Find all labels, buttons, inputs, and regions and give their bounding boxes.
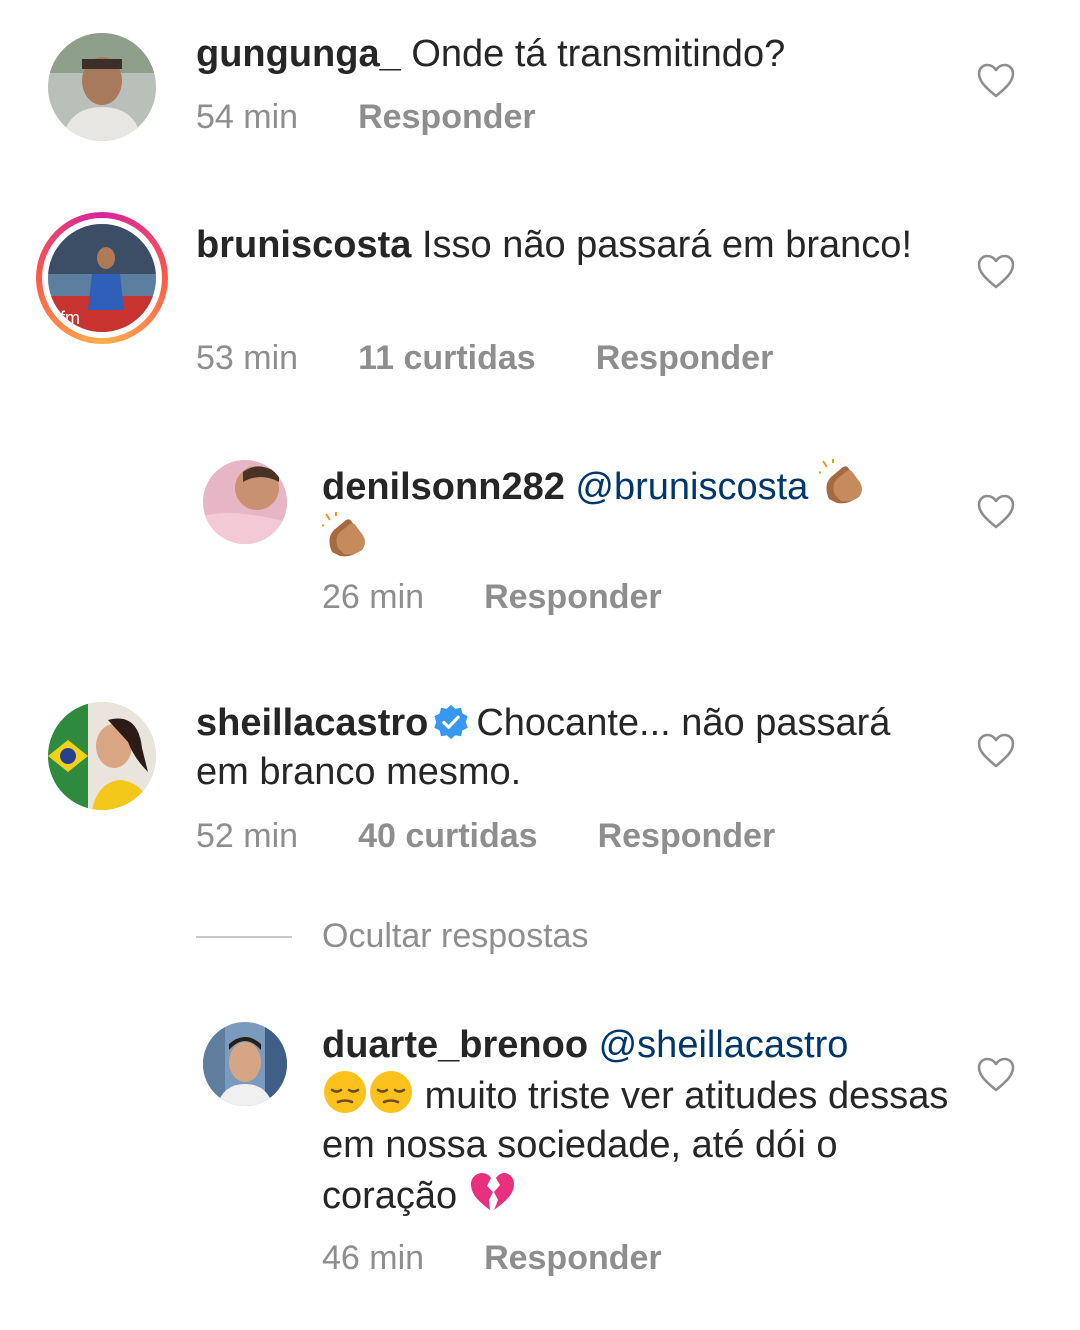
avatar[interactable] (203, 460, 287, 544)
avatar[interactable] (203, 1022, 287, 1106)
comment-meta: 46 min Responder (322, 1238, 662, 1278)
pensive-face-icon (370, 1071, 412, 1113)
timestamp: 46 min (322, 1239, 425, 1277)
hide-replies-button[interactable]: Ocultar respostas (196, 917, 588, 961)
comment-body: gungunga_ Onde tá transmitindo? (196, 30, 936, 79)
timestamp: 52 min (196, 817, 299, 855)
timestamp: 53 min (196, 339, 299, 377)
divider (196, 935, 292, 938)
heart-icon[interactable] (976, 492, 1016, 532)
username[interactable]: sheillacastro (196, 702, 428, 744)
pensive-face-icon (324, 1071, 366, 1113)
comments-list: gungunga_ Onde tá transmitindo? 54 min Re… (0, 0, 1080, 1330)
username[interactable]: duarte_brenoo (322, 1024, 588, 1066)
username[interactable]: denilsonn282 (322, 466, 565, 508)
verified-badge-icon (434, 704, 468, 740)
clapping-hands-icon (818, 459, 862, 504)
heart-icon[interactable] (976, 1055, 1016, 1095)
comment-meta: 53 min 11 curtidas Responder (196, 338, 773, 378)
hide-replies-label: Ocultar respostas (322, 917, 589, 955)
likes-count[interactable]: 11 curtidas (358, 338, 536, 378)
comment-meta: 52 min 40 curtidas Responder (196, 816, 775, 856)
timestamp: 54 min (196, 98, 299, 136)
username[interactable]: gungunga_ (196, 33, 401, 75)
comment-text: Isso não passará em branco! (421, 224, 913, 266)
reply-button[interactable]: Responder (598, 816, 776, 856)
comment-body: sheillacastro Chocante... não passará em… (196, 699, 936, 797)
likes-count[interactable]: 40 curtidas (358, 816, 538, 856)
username[interactable]: bruniscosta (196, 224, 411, 266)
mention-link[interactable]: @bruniscosta (575, 466, 808, 508)
clapping-hands-icon (322, 512, 365, 557)
comment-body: denilsonn282 @bruniscosta (322, 459, 942, 565)
comment-meta: 26 min Responder (322, 577, 662, 617)
reply-button[interactable]: Responder (596, 338, 774, 378)
comment-text: Onde tá transmitindo? (411, 33, 786, 75)
timestamp: 26 min (322, 578, 425, 616)
mention-link[interactable]: @sheillacastro (599, 1024, 849, 1066)
heart-icon[interactable] (976, 61, 1016, 101)
avatar[interactable] (48, 702, 156, 810)
reply-button[interactable]: Responder (484, 577, 662, 617)
reply-button[interactable]: Responder (358, 97, 536, 137)
avatar[interactable]: fm (48, 224, 156, 332)
heart-icon[interactable] (976, 252, 1016, 292)
reply-button[interactable]: Responder (484, 1238, 662, 1278)
avatar[interactable] (48, 33, 156, 141)
comment-meta: 54 min Responder (196, 97, 536, 137)
heart-icon[interactable] (976, 731, 1016, 771)
comment-text: muito triste ver atitudes dessas em noss… (322, 1075, 949, 1217)
comment-body: bruniscosta Isso não passará em branco! (196, 221, 936, 270)
comment-body: duarte_brenoo @sheillacastro muito trist… (322, 1021, 952, 1221)
broken-heart-icon (470, 1173, 514, 1210)
